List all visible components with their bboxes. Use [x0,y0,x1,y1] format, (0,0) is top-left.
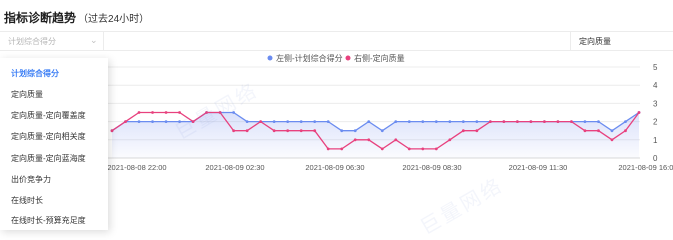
dropdown-option[interactable]: 出价竞争力 [11,174,51,185]
data-point [583,120,587,123]
data-point [326,120,330,123]
data-point [326,147,330,151]
metric-select-bar: 计划综合得分 ⌄ 定向质量 [0,31,673,51]
y-tick-label: 1 [653,136,658,145]
data-point [570,120,573,123]
x-tick-label: 2021-08-09 02:30 [205,163,264,172]
data-point [340,147,344,151]
data-point [245,129,249,133]
data-point [394,120,398,123]
legend-label[interactable]: 右侧-定向质量 [354,53,405,63]
data-point [353,138,357,142]
data-point [610,129,614,133]
data-point [110,129,114,133]
dropdown-option[interactable]: 计划综合得分 [11,68,59,79]
data-point [380,129,384,133]
data-point [299,129,303,133]
x-tick-label: 2021-08-09 16:00 [618,163,673,172]
right-metric-select[interactable]: 定向质量 [570,32,673,51]
dropdown-option[interactable]: 在线时长-预算充足度 [11,215,86,226]
title-text: 指标诊断趋势 [4,11,77,25]
page-title: 指标诊断趋势 （过去24小时） [4,9,149,26]
data-point [124,120,127,123]
data-point [137,120,141,123]
dropdown-option[interactable]: 定向质量-定向蓝海度 [11,153,86,164]
left-metric-placeholder: 计划综合得分 [8,37,56,46]
dropdown-option[interactable]: 定向质量 [11,89,43,100]
data-point [543,120,546,123]
dropdown-option[interactable]: 定向质量-定向覆盖度 [11,110,86,121]
data-point [164,120,168,123]
data-point [461,120,465,123]
data-point [434,147,438,151]
data-point [272,129,276,133]
data-point [259,120,263,123]
chevron-down-icon: ⌄ [90,35,98,45]
watermark-text: 巨量网络 [416,174,508,240]
data-point [475,120,479,123]
data-point [529,120,533,123]
x-tick-label: 2021-08-09 11:30 [509,163,568,172]
data-point [407,147,411,151]
left-metric-select[interactable]: 计划综合得分 ⌄ [0,32,104,51]
data-point [610,138,614,142]
data-point [151,120,154,123]
data-point [461,129,465,133]
data-point [502,120,506,123]
title-subtitle: （过去24小时） [78,14,150,25]
data-point [448,120,452,123]
data-point [232,129,236,133]
legend-marker [267,55,273,61]
data-point [340,129,344,133]
data-point [475,129,479,133]
y-tick-label: 0 [653,154,658,163]
data-point [597,120,600,123]
data-point [313,129,317,133]
data-point [624,120,627,123]
data-point [367,120,371,123]
data-point [597,129,600,133]
y-tick-label: 4 [653,81,658,90]
data-point [137,111,141,114]
data-point [313,120,317,123]
data-point [164,111,168,114]
legend-marker [345,55,351,61]
data-point [434,120,438,123]
data-point [421,120,425,123]
x-tick-label: 2021-08-08 22:00 [107,163,166,172]
data-point [353,129,357,133]
metric-dropdown: 计划综合得分 定向质量定向质量-定向覆盖度 定向质量-定向相关度 定向质量-定向蓝海度… [0,58,108,230]
data-point [407,120,411,123]
data-point [286,120,290,123]
dropdown-option[interactable]: 定向质量-定向相关度 [11,131,86,142]
data-point [421,147,425,151]
data-point [367,138,371,142]
y-tick-label: 2 [653,118,658,127]
right-metric-value: 定向质量 [579,37,611,46]
data-point [583,129,587,133]
data-point [380,147,384,151]
data-point [515,120,519,123]
data-point [272,120,276,123]
data-point [556,120,560,123]
data-point [299,120,303,123]
data-point [394,138,398,142]
dropdown-option[interactable]: 在线时长 [11,195,43,206]
data-point [637,111,641,114]
data-point [245,120,249,123]
y-tick-label: 5 [653,63,658,72]
data-point [624,129,627,133]
legend-label[interactable]: 左侧-计划综合得分 [276,53,343,63]
data-point [286,129,290,133]
y-tick-label: 3 [653,99,658,108]
x-tick-label: 2021-08-09 06:30 [305,163,364,172]
x-tick-label: 2021-08-09 08:30 [402,163,461,172]
data-point [488,120,492,123]
data-point [448,138,452,142]
data-point [151,111,154,114]
